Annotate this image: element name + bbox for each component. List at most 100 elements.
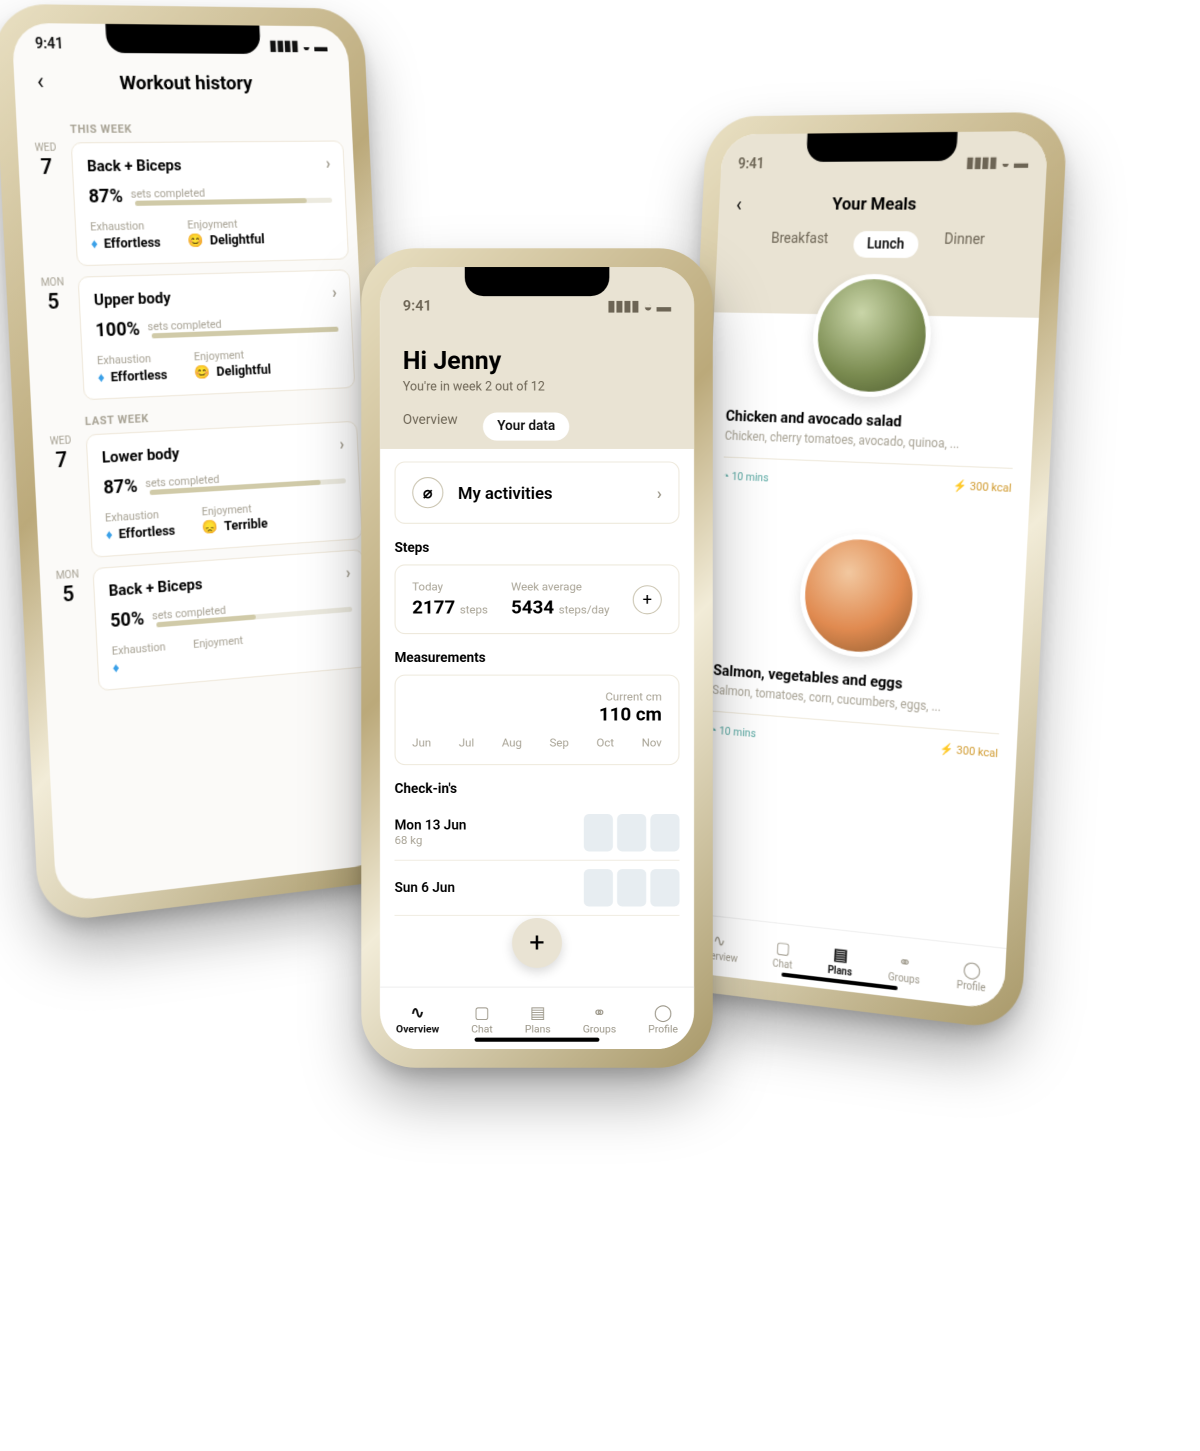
flame-icon: ♦ [105,526,113,543]
meal-image [797,532,920,661]
workout-card[interactable]: Lower body › 87% sets completed Exhausti… [86,421,363,558]
workout-card[interactable]: Upper body › 100% sets completed Exhaust… [78,269,356,400]
home-indicator[interactable] [475,1038,600,1042]
battery-icon: ▬ [314,38,328,55]
bolt-icon: ⚡ [953,479,967,493]
notch [806,132,957,162]
meal-card[interactable]: Chicken and avocado salad Chicken, cherr… [721,273,1022,517]
nav-profile[interactable]: ◯Profile [956,958,987,994]
checkin-thumbs [584,869,680,906]
nav-chat[interactable]: ▢Chat [471,1002,493,1035]
tab-dinner[interactable]: Dinner [943,231,985,258]
nav-groups[interactable]: ⚭Groups [888,950,921,986]
tab-overview[interactable]: Overview [403,413,458,441]
entry-date: MON 5 [50,569,86,608]
battery-icon: ▬ [657,298,672,316]
wifi-icon: ◒ [302,38,311,55]
tab-lunch[interactable]: Lunch [853,231,919,258]
clock-icon: ◔ [723,469,730,482]
my-activities-card[interactable]: ⌀ My activities › [395,461,680,523]
months-axis: JunJulAugSepOctNov [412,736,662,750]
tab-your-data[interactable]: Your data [483,413,570,441]
nav-overview[interactable]: ∿Overview [396,1002,439,1035]
entry-dom: 7 [28,154,64,179]
chat-icon: ▢ [773,937,794,958]
exhaustion-value: Effortless [110,367,168,385]
exhaustion-value: Effortless [103,235,161,252]
steps-avg-label: Week average [511,580,609,594]
tab-breakfast[interactable]: Breakfast [770,231,828,258]
status-time: 9:41 [35,36,64,53]
chevron-right-icon: › [657,483,662,503]
enjoyment-value: Delightful [216,362,271,380]
steps-heading: Steps [395,540,680,556]
status-icons: ▮▮▮▮ ◒ ▬ [607,298,671,316]
checkin-thumb [617,814,646,851]
workout-card[interactable]: Back + Biceps › 87% sets completed Exhau… [71,140,349,266]
month-label: Jun [412,736,431,750]
workout-entry[interactable]: MON 5 Upper body › 100% sets completed [35,269,356,402]
signal-icon: ▮▮▮▮ [607,298,639,315]
checkin-thumb [650,814,679,851]
status-icons: ▮▮▮▮ ◒ ▬ [966,154,1029,172]
month-label: Sep [550,736,569,750]
current-value: 110 cm [412,704,662,726]
checkin-date: Mon 13 Jun [395,818,467,834]
nav-profile[interactable]: ◯Profile [648,1002,678,1035]
add-button[interactable]: + [512,918,562,968]
overview-icon: ∿ [396,1002,439,1022]
chevron-right-icon: › [325,154,330,173]
status-time: 9:41 [403,298,432,315]
checkins-heading: Check-in's [395,782,680,798]
plans-icon: ▤ [525,1002,551,1022]
entry-dom: 5 [50,580,86,608]
chevron-right-icon: › [339,434,344,453]
flame-icon: ♦ [97,369,105,386]
face-icon: 😊 [194,365,211,381]
nav-plans[interactable]: ▤Plans [525,1002,551,1035]
face-icon: 😊 [188,233,205,249]
entry-dom: 5 [35,288,71,314]
checkin-row[interactable]: Sun 6 Jun [395,861,680,916]
enjoyment-value: Terrible [224,516,268,534]
wifi-icon: ◒ [644,298,653,316]
meal-card[interactable]: Salmon, vegetables and eggs Salmon, toma… [709,527,1009,782]
checkin-row[interactable]: Mon 13 Jun 68 kg [395,806,680,861]
face-icon: 😞 [202,520,219,536]
entry-dow: WED [28,142,63,154]
greeting: Hi Jenny [403,346,671,375]
chevron-right-icon: › [345,563,350,582]
enjoyment-value: Delightful [209,232,265,248]
workout-card[interactable]: Back + Biceps › 50% sets completed Exhau… [92,549,369,691]
status-icons: ▮▮▮▮ ◒ ▬ [269,37,328,55]
phone-workout-history: 9:41 ▮▮▮▮ ◒ ▬ ‹ Workout history THIS WEE… [0,8,401,919]
workout-entry[interactable]: MON 5 Back + Biceps › 50% sets completed [50,549,369,695]
workout-entry[interactable]: WED 7 Back + Biceps › 87% sets completed [28,140,349,267]
exhaustion-label: Exhaustion [97,351,167,367]
profile-icon: ◯ [648,1002,678,1022]
my-activities-label: My activities [458,483,642,503]
page-title: Workout history [31,70,335,94]
signal-icon: ▮▮▮▮ [966,154,998,171]
checkin-value: 68 kg [395,834,467,848]
exhaustion-label: Exhaustion [90,219,160,234]
enjoyment-label: Enjoyment [193,634,244,651]
checkin-thumb [650,869,679,906]
entry-date: MON 5 [35,277,72,315]
nav-chat[interactable]: ▢Chat [772,937,793,971]
activity-icon: ⌀ [412,477,443,508]
nav-plans[interactable]: ▤Plans [827,943,853,978]
exhaustion-value: Effortless [118,523,175,542]
workout-name: Back + Biceps [87,155,182,175]
add-steps-button[interactable]: + [633,585,662,614]
steps-avg-value: 5434 [511,597,554,619]
flame-icon: ♦ [112,659,119,676]
meal-kcal: ⚡ 300 kcal [953,479,1012,495]
steps-card[interactable]: Today 2177 steps Week average 5434 steps… [395,564,680,634]
nav-groups[interactable]: ⚭Groups [583,1002,616,1035]
workout-entry[interactable]: WED 7 Lower body › 87% sets completed [43,421,363,561]
workout-name: Lower body [101,444,179,467]
sets-pct: 50% [110,608,145,632]
status-time: 9:41 [738,156,765,172]
measurements-card[interactable]: Current cm 110 cm JunJulAugSepOctNov [395,675,680,765]
